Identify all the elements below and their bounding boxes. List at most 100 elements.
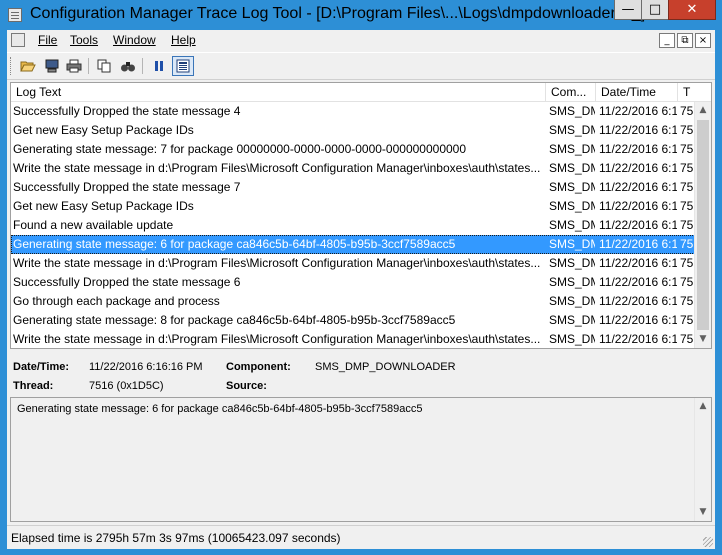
mdi-close-button[interactable]: ×: [695, 33, 711, 48]
app-window: Configuration Manager Trace Log Tool - […: [0, 0, 722, 555]
computer-icon[interactable]: [41, 56, 63, 76]
column-header-date-time[interactable]: Date/Time: [596, 83, 678, 101]
client-area: File Tools Window Help _ ⧉ × Log Text Co…: [7, 30, 715, 549]
menu-tools[interactable]: Tools: [70, 33, 98, 47]
table-row[interactable]: Write the state message in d:\Program Fi…: [11, 159, 695, 178]
print-icon[interactable]: [63, 56, 85, 76]
thread-cell: 75: [680, 275, 694, 289]
toolbar-grip[interactable]: [10, 57, 13, 75]
component-cell: SMS_DM: [549, 218, 595, 232]
thread-cell: 75: [680, 313, 694, 327]
table-row[interactable]: Found a new available update SMS_DM 11/22/…: [11, 216, 695, 235]
log-text-cell: Get new Easy Setup Package IDs: [13, 123, 194, 137]
window-title: Configuration Manager Trace Log Tool - […: [30, 5, 646, 22]
log-text-cell: Write the state message in d:\Program Fi…: [13, 332, 541, 346]
date-time-cell: 11/22/2016 6:1: [599, 332, 677, 346]
date-time-cell: 11/22/2016 6:1: [599, 104, 677, 118]
component-cell: SMS_DM: [549, 142, 595, 156]
minimize-button[interactable]: —: [614, 0, 642, 20]
close-button[interactable]: ✕: [668, 0, 716, 20]
log-list-scrollbar[interactable]: ▲ ▼: [694, 102, 711, 348]
message-scrollbar[interactable]: ▲ ▼: [694, 398, 711, 521]
component-cell: SMS_DM: [549, 123, 595, 137]
column-header-component[interactable]: Com...: [546, 83, 596, 101]
size-grip[interactable]: [703, 537, 713, 547]
table-row[interactable]: Write the state message in d:\Program Fi…: [11, 254, 695, 273]
component-label: Component:: [226, 361, 291, 373]
thread-cell: 75: [680, 104, 694, 118]
table-row[interactable]: Go through each package and process SMS_D…: [11, 292, 695, 311]
table-row[interactable]: Successfully Dropped the state message 4…: [11, 102, 695, 121]
message-box[interactable]: Generating state message: 6 for package …: [10, 397, 712, 522]
scroll-down-icon[interactable]: ▼: [695, 331, 711, 348]
log-text-cell: Get new Easy Setup Package IDs: [13, 199, 194, 213]
preview-pane-icon[interactable]: [172, 56, 194, 76]
date-time-cell: 11/22/2016 6:1: [599, 313, 677, 327]
log-text-cell: Successfully Dropped the state message 6: [13, 275, 241, 289]
scroll-up-icon[interactable]: ▲: [695, 102, 711, 119]
maximize-button[interactable]: □: [641, 0, 669, 20]
app-icon[interactable]: [8, 8, 22, 22]
component-cell: SMS_DM: [549, 237, 595, 251]
mdi-restore-button[interactable]: ⧉: [677, 33, 693, 48]
component-cell: SMS_DM: [549, 313, 595, 327]
date-time-cell: 11/22/2016 6:1: [599, 218, 677, 232]
datetime-label: Date/Time:: [13, 361, 70, 373]
details-panel: Date/Time: 11/22/2016 6:16:16 PM Compone…: [10, 352, 712, 396]
menu-help[interactable]: Help: [171, 33, 196, 47]
table-row[interactable]: Write the state message in d:\Program Fi…: [11, 330, 695, 348]
component-value: SMS_DMP_DOWNLOADER: [315, 361, 456, 373]
table-row[interactable]: Successfully Dropped the state message 6…: [11, 273, 695, 292]
date-time-cell: 11/22/2016 6:1: [599, 256, 677, 270]
open-folder-icon[interactable]: [17, 56, 39, 76]
thread-cell: 75: [680, 218, 694, 232]
scroll-down-icon[interactable]: ▼: [695, 504, 711, 521]
menu-file[interactable]: File: [38, 33, 57, 47]
component-cell: SMS_DM: [549, 104, 595, 118]
thread-value: 7516 (0x1D5C): [89, 380, 164, 392]
thread-cell: 75: [680, 256, 694, 270]
component-cell: SMS_DM: [549, 332, 595, 346]
pause-icon[interactable]: [148, 56, 170, 76]
log-text-cell: Found a new available update: [13, 218, 174, 232]
scroll-thumb[interactable]: [697, 120, 709, 330]
document-icon[interactable]: [11, 33, 25, 47]
component-cell: SMS_DM: [549, 256, 595, 270]
find-icon[interactable]: [117, 56, 139, 76]
table-row[interactable]: Generating state message: 8 for package …: [11, 311, 695, 330]
copy-icon[interactable]: [93, 56, 115, 76]
mdi-minimize-button[interactable]: _: [659, 33, 675, 48]
thread-cell: 75: [680, 294, 694, 308]
thread-cell: 75: [680, 142, 694, 156]
menu-bar: File Tools Window Help _ ⧉ ×: [7, 30, 715, 51]
menu-window-label: Window: [113, 33, 156, 47]
title-bar[interactable]: Configuration Manager Trace Log Tool - […: [0, 0, 722, 30]
scroll-up-icon[interactable]: ▲: [695, 398, 711, 415]
status-bar: Elapsed time is 2795h 57m 3s 97ms (10065…: [7, 525, 715, 549]
log-rows: Successfully Dropped the state message 4…: [11, 102, 695, 348]
table-row[interactable]: Generating state message: 7 for package …: [11, 140, 695, 159]
table-row[interactable]: Successfully Dropped the state message 7…: [11, 178, 695, 197]
log-text-cell: Successfully Dropped the state message 7: [13, 180, 241, 194]
thread-cell: 75: [680, 199, 694, 213]
log-list[interactable]: Log Text Com... Date/Time T Successfully…: [10, 82, 712, 349]
thread-label: Thread:: [13, 380, 54, 392]
component-cell: SMS_DM: [549, 180, 595, 194]
date-time-cell: 11/22/2016 6:1: [599, 180, 677, 194]
date-time-cell: 11/22/2016 6:1: [599, 199, 677, 213]
table-row[interactable]: Generating state message: 6 for package …: [11, 235, 695, 254]
log-text-cell: Generating state message: 8 for package …: [13, 313, 456, 327]
log-text-cell: Go through each package and process: [13, 294, 220, 308]
component-cell: SMS_DM: [549, 161, 595, 175]
thread-cell: 75: [680, 237, 694, 251]
menu-window[interactable]: Window: [113, 33, 156, 47]
component-cell: SMS_DM: [549, 275, 595, 289]
log-text-cell: Generating state message: 6 for package …: [13, 237, 456, 251]
column-header-log-text[interactable]: Log Text: [11, 83, 546, 101]
source-label: Source:: [226, 380, 267, 392]
menu-tools-label: Tools: [70, 33, 99, 47]
thread-cell: 75: [680, 161, 694, 175]
column-header-thread[interactable]: T: [678, 83, 711, 101]
table-row[interactable]: Get new Easy Setup Package IDs SMS_DM 11/2…: [11, 197, 695, 216]
table-row[interactable]: Get new Easy Setup Package IDs SMS_DM 11/2…: [11, 121, 695, 140]
